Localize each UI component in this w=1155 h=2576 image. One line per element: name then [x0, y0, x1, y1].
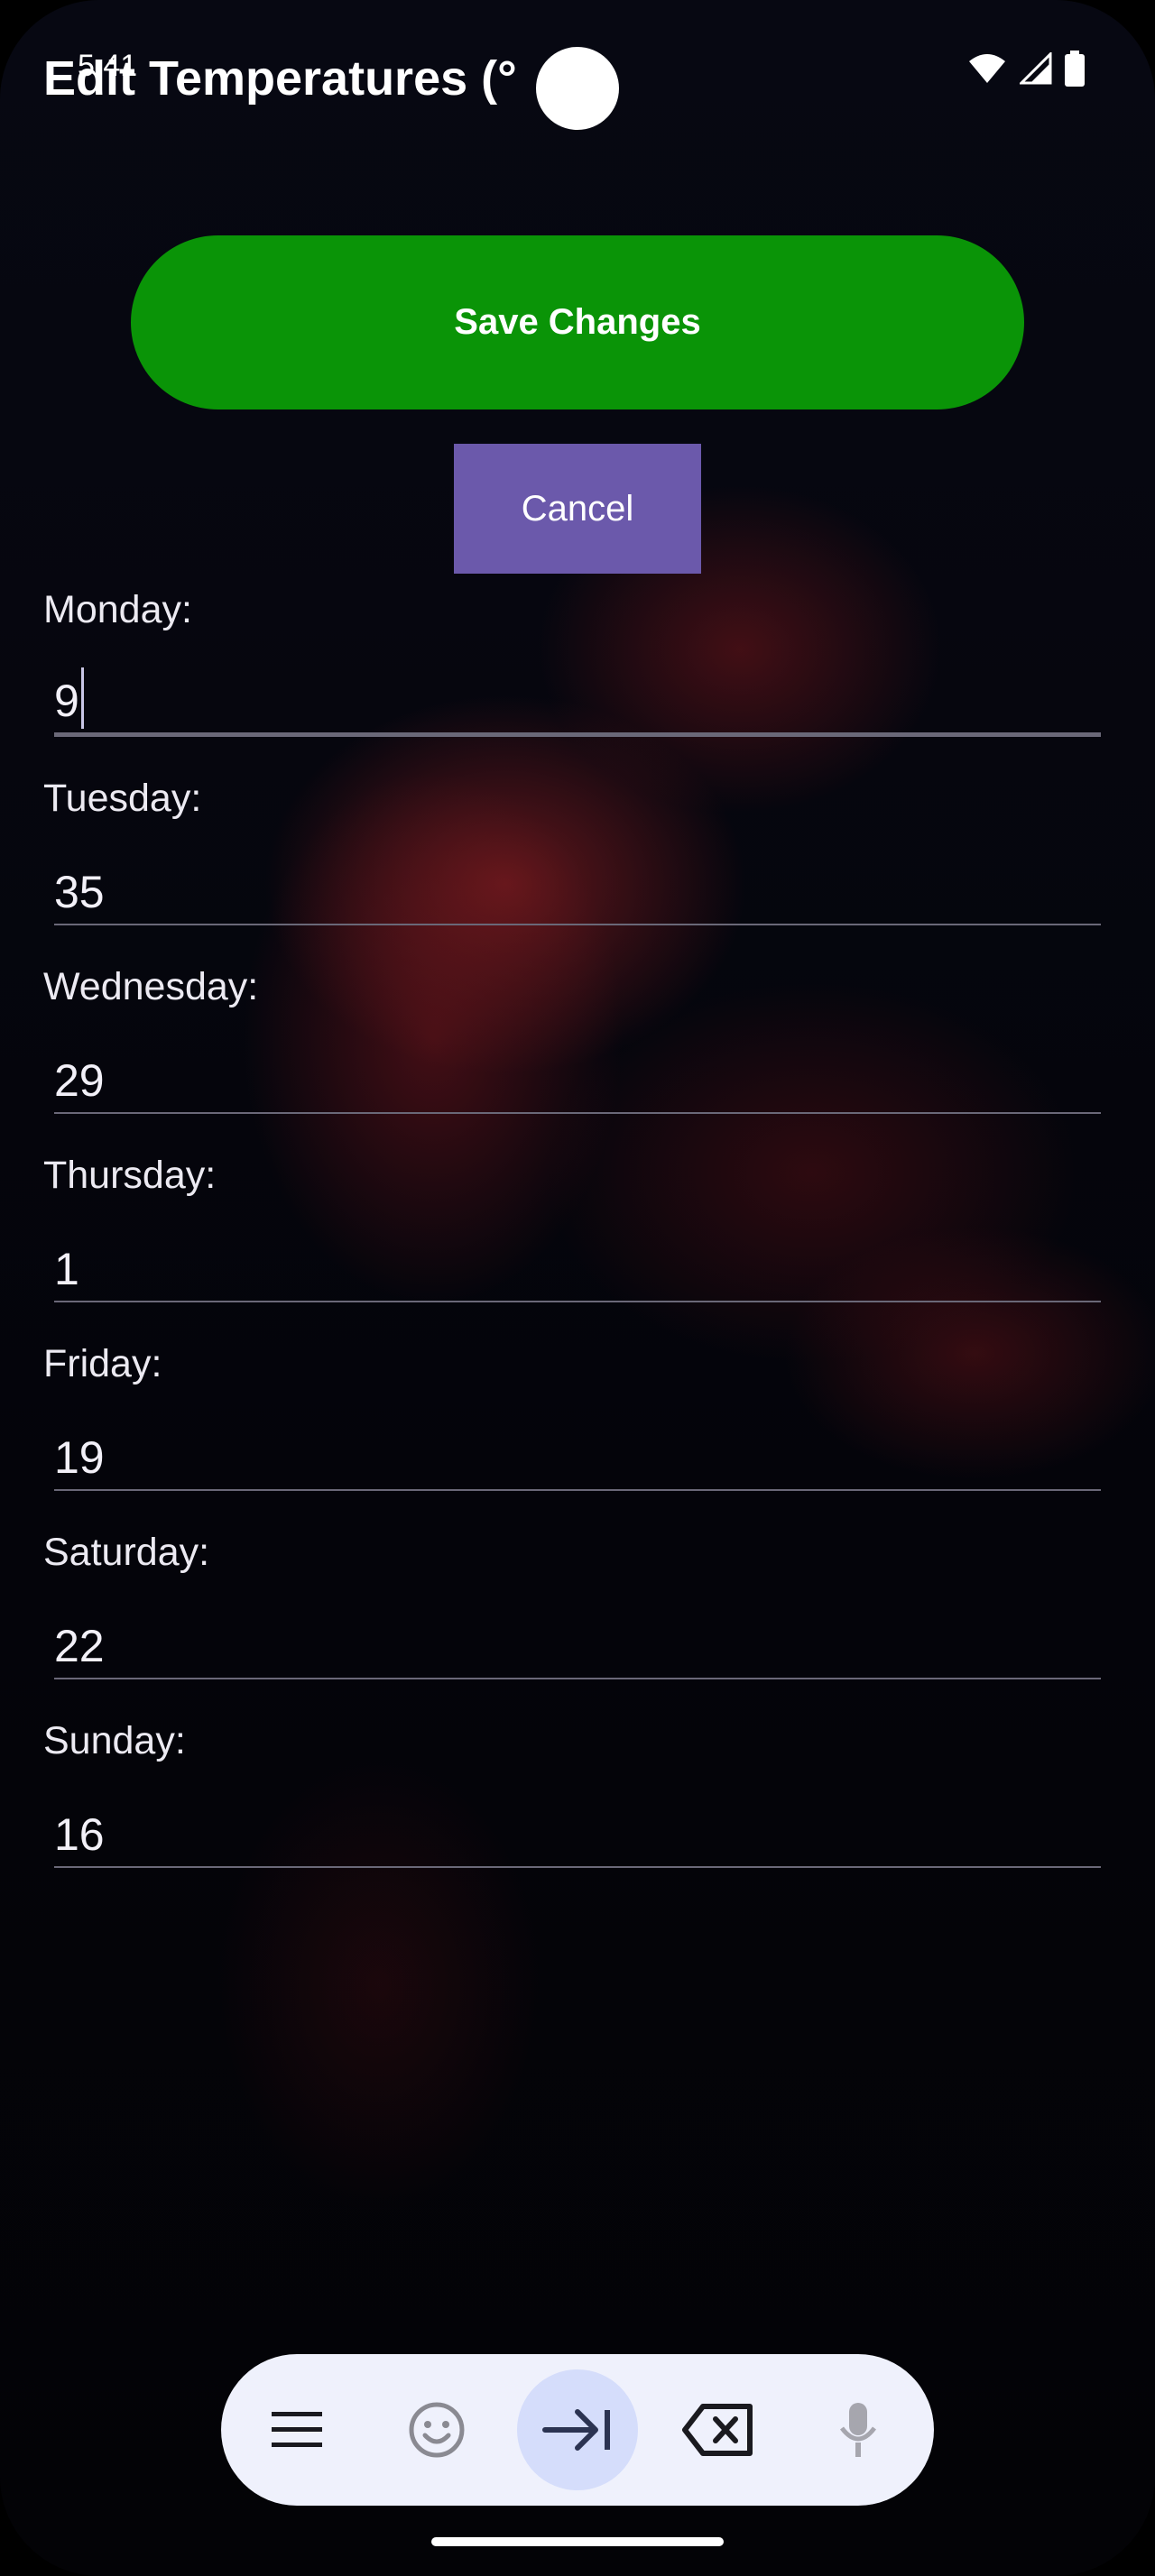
- app-screen: 5:41 Edit Temperatures (° Save Changes C…: [0, 0, 1155, 2576]
- microphone-icon: [840, 2403, 876, 2457]
- day-label-wednesday: Wednesday:: [43, 965, 259, 1008]
- tab-next-key[interactable]: [502, 2354, 653, 2506]
- menu-key[interactable]: [221, 2354, 373, 2506]
- emoji-key[interactable]: [361, 2354, 513, 2506]
- microphone-key[interactable]: [782, 2354, 934, 2506]
- backspace-key[interactable]: [642, 2354, 793, 2506]
- tuesday-temperature-input[interactable]: [54, 860, 1101, 925]
- wednesday-temperature-input[interactable]: [54, 1049, 1101, 1114]
- keyboard-toolbar: [221, 2354, 934, 2506]
- sunday-temperature-input[interactable]: [54, 1803, 1101, 1868]
- day-label-friday: Friday:: [43, 1342, 162, 1385]
- saturday-temperature-input[interactable]: [54, 1615, 1101, 1679]
- day-label-thursday: Thursday:: [43, 1154, 217, 1197]
- signal-icon: [1020, 52, 1052, 85]
- tab-next-icon: [542, 2409, 610, 2451]
- camera-cutout: [536, 47, 619, 130]
- backspace-icon: [682, 2404, 753, 2456]
- text-caret: [81, 667, 84, 729]
- wifi-icon: [969, 54, 1005, 83]
- battery-icon: [1065, 51, 1085, 87]
- page-title: Edit Temperatures (°: [43, 51, 517, 106]
- day-label-monday: Monday:: [43, 588, 192, 631]
- day-label-saturday: Saturday:: [43, 1531, 210, 1574]
- menu-icon: [272, 2412, 322, 2447]
- emoji-icon: [409, 2402, 465, 2458]
- friday-temperature-input[interactable]: [54, 1426, 1101, 1491]
- status-icons: [967, 51, 1085, 87]
- day-label-sunday: Sunday:: [43, 1719, 186, 1762]
- thursday-temperature-input[interactable]: [54, 1237, 1101, 1302]
- day-label-tuesday: Tuesday:: [43, 777, 202, 820]
- save-changes-button[interactable]: Save Changes: [131, 235, 1024, 409]
- home-indicator[interactable]: [431, 2537, 724, 2546]
- cancel-button[interactable]: Cancel: [454, 444, 701, 574]
- monday-temperature-input[interactable]: [54, 669, 1101, 737]
